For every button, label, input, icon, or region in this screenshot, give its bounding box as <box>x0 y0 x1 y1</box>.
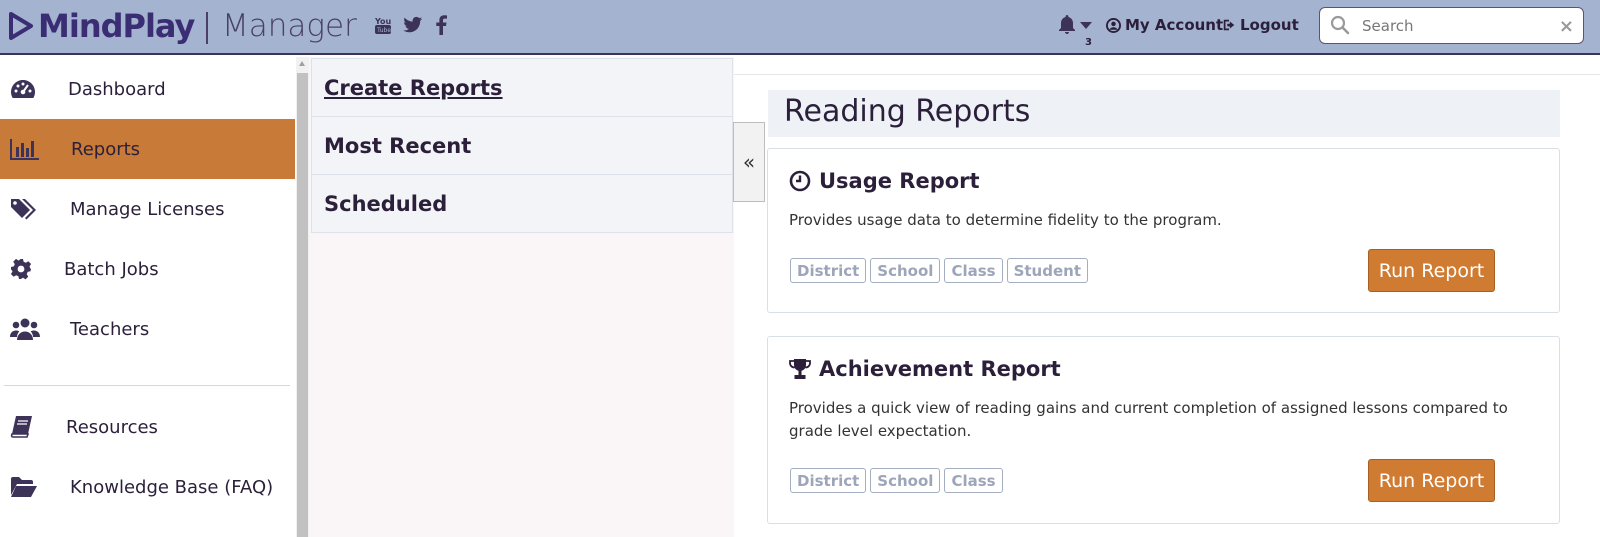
submenu-create-reports[interactable]: Create Reports <box>311 58 733 117</box>
sidebar-item-batch-jobs[interactable]: Batch Jobs <box>0 239 295 299</box>
section-title: Reading Reports <box>784 94 1031 129</box>
sign-out-icon <box>1223 19 1235 31</box>
tag-district: District <box>790 258 867 283</box>
svg-text:Tube: Tube <box>376 27 391 34</box>
svg-text:You: You <box>374 17 392 26</box>
trophy-icon <box>789 359 811 379</box>
usage-report-title-text: Usage Report <box>819 169 980 193</box>
section-header: Reading Reports <box>768 90 1560 137</box>
brand-name: MindPlay <box>38 7 195 45</box>
sidebar-label-teachers: Teachers <box>70 318 150 340</box>
scroll-up-arrow[interactable] <box>299 61 305 66</box>
sidebar-item-knowledge-base[interactable]: Knowledge Base (FAQ) <box>0 457 295 517</box>
sidebar-label-manage-licenses: Manage Licenses <box>70 198 225 220</box>
tag-school: School <box>870 468 941 493</box>
sidebar-item-manage-licenses[interactable]: Manage Licenses <box>0 179 295 239</box>
sidebar-item-teachers[interactable]: Teachers <box>0 299 295 359</box>
sidebar-label-dashboard: Dashboard <box>68 78 166 100</box>
achievement-report-card: Achievement Report Provides a quick view… <box>767 336 1560 524</box>
brand-logo[interactable]: MindPlay <box>8 7 195 45</box>
usage-report-title: Usage Report <box>789 169 980 193</box>
usage-report-levels: District School Class Student <box>790 258 1088 283</box>
sidebar-label-resources: Resources <box>66 416 158 438</box>
product-name: Manager <box>222 8 357 44</box>
search-clear-button[interactable]: × <box>1559 16 1574 37</box>
bar-chart-icon <box>10 137 40 161</box>
main-top-rule <box>734 57 1600 75</box>
sidebar-item-resources[interactable]: Resources <box>0 397 295 457</box>
brand-divider <box>206 12 208 44</box>
twitter-icon[interactable] <box>402 14 424 36</box>
sidebar-label-reports: Reports <box>71 138 141 160</box>
usage-report-description: Provides usage data to determine fidelit… <box>789 211 1222 229</box>
clock-icon <box>789 170 811 192</box>
sidebar-scrollbar[interactable] <box>296 57 309 537</box>
dashboard-icon <box>10 77 40 101</box>
scroll-thumb[interactable] <box>297 73 308 537</box>
search-icon <box>1330 15 1350 35</box>
book-icon <box>10 415 40 439</box>
folder-open-icon <box>10 475 40 499</box>
tag-class: Class <box>944 258 1003 283</box>
submenu-scheduled[interactable]: Scheduled <box>311 174 733 233</box>
sidebar: Dashboard Reports Manage Licenses Batch … <box>0 57 296 537</box>
tag-school: School <box>870 258 941 283</box>
youtube-icon[interactable]: You Tube <box>372 14 394 36</box>
play-logo-icon <box>9 12 33 40</box>
run-achievement-report-button[interactable]: Run Report <box>1368 459 1495 502</box>
sidebar-divider <box>4 385 290 386</box>
gear-icon <box>10 257 40 281</box>
collapse-panel-button[interactable]: « <box>733 122 765 202</box>
search-input[interactable] <box>1362 14 1552 38</box>
bell-icon <box>1059 15 1075 34</box>
sidebar-label-knowledge-base: Knowledge Base (FAQ) <box>70 476 274 498</box>
caret-down-icon <box>1080 22 1092 29</box>
facebook-icon[interactable] <box>430 14 452 36</box>
achievement-report-levels: District School Class <box>790 468 1003 493</box>
sidebar-label-batch-jobs: Batch Jobs <box>64 258 159 280</box>
tag-district: District <box>790 468 867 493</box>
logout-label: Logout <box>1240 16 1299 34</box>
usage-report-card: Usage Report Provides usage data to dete… <box>767 148 1560 313</box>
sidebar-item-reports[interactable]: Reports <box>0 119 295 179</box>
search-box: × <box>1319 7 1584 44</box>
sidebar-item-dashboard[interactable]: Dashboard <box>0 59 295 119</box>
achievement-report-description: Provides a quick view of reading gains a… <box>789 399 1508 440</box>
users-icon <box>10 317 40 341</box>
reports-submenu: Create Reports Most Recent Scheduled <box>309 57 734 537</box>
user-circle-icon <box>1106 17 1121 33</box>
my-account-label: My Account <box>1125 16 1224 34</box>
achievement-report-title-text: Achievement Report <box>819 357 1061 381</box>
tag-class: Class <box>944 468 1003 493</box>
my-account-link[interactable]: My Account <box>1106 16 1223 34</box>
logout-link[interactable]: Logout <box>1222 16 1299 34</box>
notification-count: 3 <box>1085 37 1092 48</box>
tag-student: Student <box>1006 258 1088 283</box>
top-header: MindPlay Manager You Tube 3 My Account Lo… <box>0 0 1600 55</box>
achievement-report-title: Achievement Report <box>789 357 1061 381</box>
tags-icon <box>10 197 40 221</box>
submenu-most-recent[interactable]: Most Recent <box>311 116 733 175</box>
run-usage-report-button[interactable]: Run Report <box>1368 249 1495 292</box>
